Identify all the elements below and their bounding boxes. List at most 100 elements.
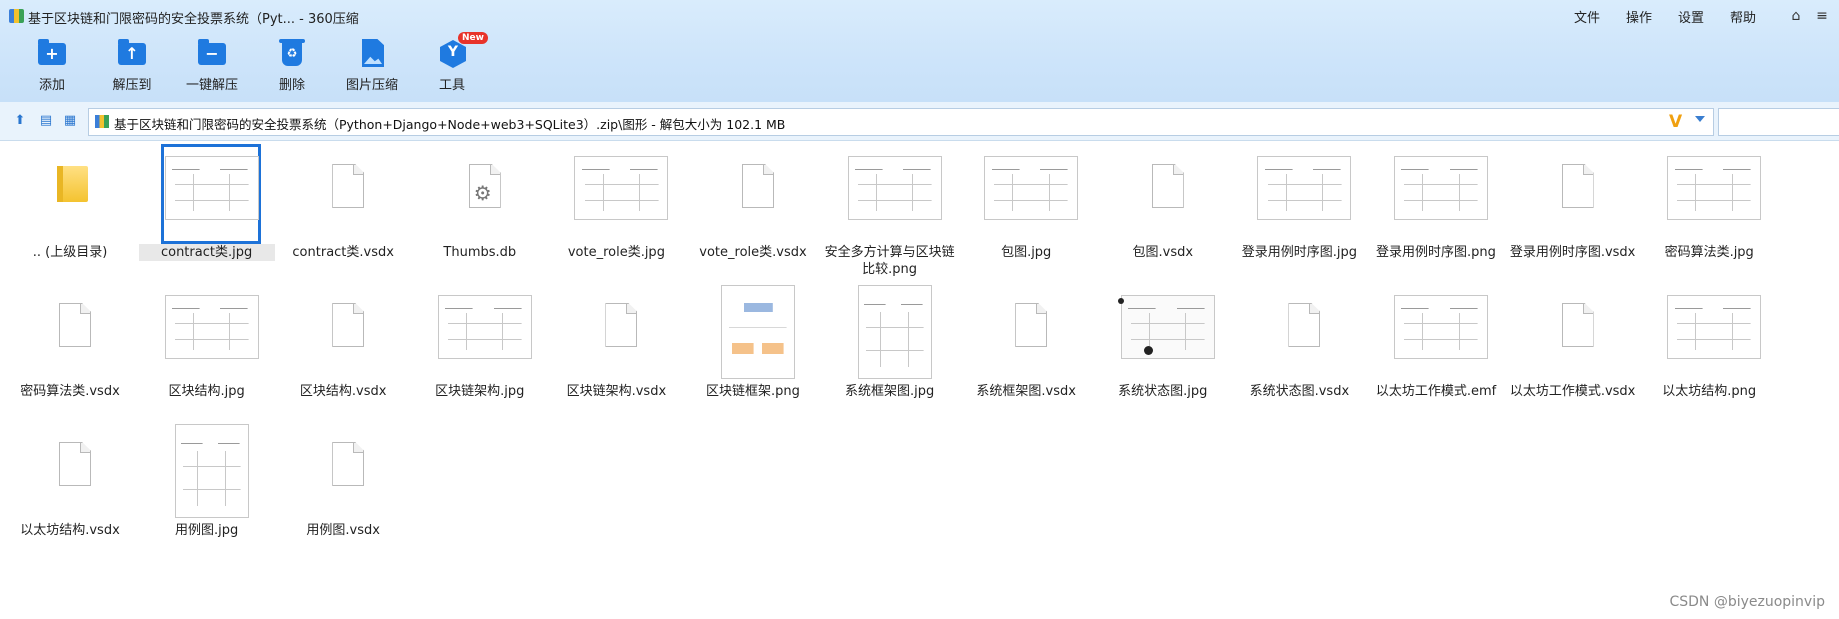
file-item[interactable]: contract类.jpg [138, 140, 275, 276]
file-item[interactable]: 区块链架构.vsdx [548, 279, 684, 415]
skin-icon[interactable]: ⌂ [1786, 6, 1806, 26]
file-thumbnail [160, 144, 261, 244]
file-item[interactable]: 以太坊工作模式.emf [1368, 279, 1504, 415]
file-name: 区块链架构.vsdx [566, 384, 667, 399]
file-thumbnail [1253, 144, 1353, 244]
file-item[interactable]: vote_role类.jpg [548, 140, 684, 276]
file-thumbnail [1390, 144, 1490, 244]
up-arrow-icon[interactable]: ⬆ [12, 113, 28, 129]
file-name: 系统框架图.jpg [844, 384, 935, 399]
menu-help[interactable]: 帮助 [1730, 7, 1756, 26]
file-item[interactable]: 系统状态图.jpg [1095, 279, 1231, 415]
file-name: 以太坊结构.vsdx [20, 523, 120, 538]
csdn-watermark: CSDN @biyezuopinvip [1669, 594, 1825, 610]
image-thumbnail [847, 156, 942, 220]
image-thumbnail [1667, 295, 1762, 359]
image-thumbnail [1257, 156, 1352, 220]
file-thumbnail [1390, 283, 1490, 383]
file-name: 包图.jpg [1001, 245, 1052, 260]
file-item[interactable]: 登录用例时序图.png [1368, 140, 1504, 276]
menu-icon[interactable]: ≡ [1812, 6, 1832, 26]
thumbnail-view-icon[interactable]: ▦ [62, 113, 78, 129]
file-item[interactable]: 包图.vsdx [1095, 140, 1231, 276]
one-click-extract-icon: − [198, 39, 226, 65]
document-icon [332, 303, 365, 347]
file-item[interactable]: 登录用例时序图.jpg [1231, 140, 1367, 276]
file-item[interactable]: 登录用例时序图.vsdx [1505, 140, 1641, 276]
file-thumbnail [707, 283, 807, 383]
file-item[interactable]: 区块链架构.jpg [412, 279, 548, 415]
image-thumbnail [164, 295, 259, 359]
details-view-icon[interactable]: ▤ [38, 113, 54, 129]
address-path: 基于区块链和门限密码的安全投票系统（Python+Django+Node+web… [114, 117, 786, 132]
v-logo-icon[interactable]: V [1669, 112, 1682, 132]
address-dropdown-icon[interactable] [1695, 116, 1705, 122]
image-compress-button[interactable]: 图片压缩 [332, 38, 412, 96]
file-thumbnail [434, 283, 534, 383]
file-item[interactable]: 区块链框架.png [685, 279, 821, 415]
file-thumbnail [1117, 144, 1217, 244]
search-input[interactable] [1718, 108, 1839, 136]
address-row: ⬆ ▤ ▦ 基于区块链和门限密码的安全投票系统（Python+Django+No… [0, 102, 1839, 141]
file-item[interactable]: 用例图.vsdx [275, 418, 411, 554]
file-thumbnail [570, 144, 670, 244]
file-item[interactable]: 系统框架图.jpg [822, 279, 958, 415]
menu-file[interactable]: 文件 [1574, 7, 1600, 26]
file-item[interactable]: 系统框架图.vsdx [958, 279, 1094, 415]
file-name: 安全多方计算与区块链比较.png [824, 245, 955, 277]
file-thumbnail [434, 144, 534, 244]
file-item[interactable]: 区块结构.vsdx [275, 279, 411, 415]
menu-settings[interactable]: 设置 [1678, 7, 1704, 26]
file-item[interactable]: 系统状态图.vsdx [1231, 279, 1367, 415]
file-item[interactable]: 以太坊工作模式.vsdx [1505, 279, 1641, 415]
one-click-extract-button[interactable]: − 一键解压 [172, 38, 252, 96]
file-name: 登录用例时序图.vsdx [1509, 245, 1636, 260]
file-item[interactable]: 密码算法类.jpg [1641, 140, 1777, 276]
file-name: 系统状态图.jpg [1118, 384, 1208, 399]
document-icon [1151, 164, 1184, 208]
window-title: 基于区块链和门限密码的安全投票系统（Pyt... - 360压缩 [28, 12, 359, 27]
add-button[interactable]: + 添加 [12, 38, 92, 96]
file-thumbnail [297, 283, 397, 383]
extract-to-label: 解压到 [112, 78, 152, 93]
image-thumbnail [164, 156, 259, 220]
image-thumbnail [1117, 295, 1215, 359]
file-thumbnail [1117, 283, 1217, 383]
image-thumbnail [721, 285, 795, 379]
file-name: 区块结构.jpg [168, 384, 245, 399]
file-name: 区块结构.vsdx [299, 384, 387, 399]
file-item[interactable]: 包图.jpg [958, 140, 1094, 276]
add-folder-icon: + [38, 39, 66, 65]
file-name: contract类.vsdx [292, 245, 394, 260]
file-name: .. (上级目录) [32, 245, 108, 260]
file-item[interactable]: Thumbs.db [412, 140, 548, 276]
file-name: 系统框架图.vsdx [976, 384, 1076, 399]
image-compress-label: 图片压缩 [345, 78, 398, 93]
file-name: 以太坊工作模式.emf [1375, 384, 1497, 399]
menu-operate[interactable]: 操作 [1626, 7, 1652, 26]
file-item[interactable]: 以太坊结构.vsdx [2, 418, 138, 554]
extract-to-button[interactable]: ↑ 解压到 [92, 38, 172, 96]
file-item[interactable]: 以太坊结构.png [1641, 279, 1777, 415]
file-grid: .. (上级目录) contract类.jpg contract类.vsdx Thum… [0, 140, 1839, 619]
document-icon [1561, 164, 1594, 208]
image-thumbnail [857, 285, 932, 379]
file-item[interactable]: 密码算法类.vsdx [2, 279, 138, 415]
file-item[interactable]: 安全多方计算与区块链比较.png [822, 140, 958, 277]
tools-button[interactable]: Y New 工具 [412, 32, 492, 96]
document-icon [332, 164, 365, 208]
file-item[interactable]: vote_role类.vsdx [685, 140, 821, 276]
delete-button[interactable]: ♻ 删除 [252, 38, 332, 96]
file-item[interactable]: 用例图.jpg [139, 418, 275, 554]
file-item[interactable]: contract类.vsdx [275, 140, 411, 276]
file-name: 以太坊结构.png [1662, 384, 1757, 399]
document-icon [1288, 303, 1321, 347]
document-icon [742, 164, 774, 208]
title-bar: 基于区块链和门限密码的安全投票系统（Pyt... - 360压缩 文件 操作 设… [0, 0, 1839, 32]
image-thumbnail [574, 156, 669, 220]
file-thumbnail [707, 144, 807, 244]
file-item[interactable]: 区块结构.jpg [139, 279, 275, 415]
file-item[interactable]: .. (上级目录) [2, 140, 138, 276]
address-bar[interactable]: 基于区块链和门限密码的安全投票系统（Python+Django+Node+web… [88, 108, 1714, 136]
file-name: vote_role类.jpg [567, 245, 665, 260]
